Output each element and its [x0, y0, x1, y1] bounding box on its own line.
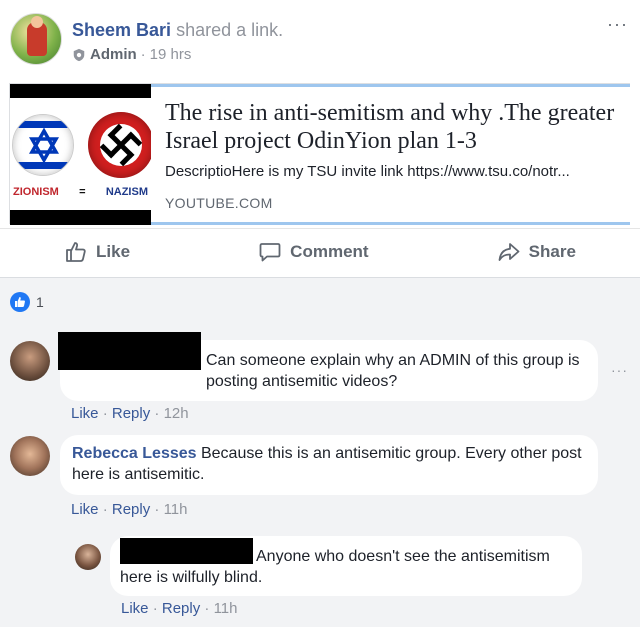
- post-more-icon[interactable]: ···: [607, 14, 628, 35]
- post-time[interactable]: 19 hrs: [150, 46, 192, 63]
- post: Sheem Bari shared a link. Admin · 19 hrs…: [0, 0, 640, 277]
- link-preview-card[interactable]: ZIONISM = NAZISM The rise in anti-semiti…: [9, 83, 630, 225]
- share-button[interactable]: Share: [497, 240, 576, 264]
- comment-meta: Like · Reply · 11h: [121, 600, 238, 617]
- share-icon: [498, 242, 520, 261]
- link-title[interactable]: The rise in anti-semitism and why .The g…: [165, 99, 615, 155]
- like-reaction-icon: [10, 292, 30, 312]
- comment-reply-link[interactable]: Reply: [112, 405, 150, 422]
- commenter-avatar[interactable]: [75, 544, 101, 570]
- avatar-head: [31, 16, 43, 28]
- comment-text: Can someone explain why an ADMIN of this…: [206, 352, 580, 390]
- comment-more-icon[interactable]: ···: [611, 362, 628, 378]
- link-description: DescriptioHere is my TSU invite link htt…: [165, 163, 570, 180]
- comment-button[interactable]: Comment: [258, 240, 369, 264]
- comments-section: 1 Can someone explain why an ADMIN of th…: [0, 277, 640, 627]
- meta-separator: ·: [140, 46, 146, 63]
- thumbnail-equals: =: [79, 186, 86, 198]
- comment-time[interactable]: 11h: [214, 600, 238, 617]
- thumbs-up-small-icon: [15, 297, 25, 307]
- comment-like-link[interactable]: Like: [121, 600, 149, 617]
- thumbnail-right-label: NAZISM: [105, 186, 148, 198]
- comment-reply-link[interactable]: Reply: [162, 600, 200, 617]
- commenter-avatar[interactable]: [10, 436, 50, 476]
- author-name[interactable]: Sheem Bari: [72, 20, 171, 40]
- share-label: Share: [528, 241, 576, 261]
- star-of-david-icon: [12, 114, 74, 176]
- reaction-summary[interactable]: 1: [10, 292, 44, 312]
- link-domain: YOUTUBE.COM: [165, 195, 273, 211]
- link-text-area[interactable]: The rise in anti-semitism and why .The g…: [151, 84, 630, 225]
- redacted-name: [58, 332, 201, 370]
- comment-icon: [259, 242, 281, 261]
- thumbnail-caption: ZIONISM = NAZISM: [10, 186, 151, 198]
- thumbs-up-icon: [66, 241, 86, 262]
- like-label: Like: [96, 241, 131, 261]
- thumbnail-left-label: ZIONISM: [13, 186, 59, 198]
- comment-label: Comment: [290, 241, 369, 261]
- swastika-icon: [88, 112, 151, 178]
- thumbnail-image: ZIONISM = NAZISM: [10, 98, 151, 210]
- comment-bubble: Can someone explain why an ADMIN of this…: [58, 332, 598, 401]
- star-shape: [28, 127, 60, 164]
- link-thumbnail[interactable]: ZIONISM = NAZISM: [10, 84, 151, 225]
- post-actions: Like Comment Share: [0, 228, 640, 274]
- reaction-count: 1: [36, 294, 44, 310]
- swastika-shape: [99, 123, 143, 167]
- comment-text: Anyone who doesn't see the antisemitism …: [120, 548, 550, 586]
- comment-reply-link[interactable]: Reply: [112, 501, 150, 518]
- admin-badge: Admin: [90, 46, 137, 63]
- commenter-avatar[interactable]: [10, 341, 50, 381]
- comment-meta: Like · Reply · 12h: [71, 405, 189, 422]
- post-meta: Admin · 19 hrs: [72, 46, 191, 63]
- like-button[interactable]: Like: [64, 240, 130, 264]
- comment-bubble: Anyone who doesn't see the antisemitism …: [110, 536, 582, 596]
- comment-time[interactable]: 12h: [164, 405, 189, 422]
- comment-like-link[interactable]: Like: [71, 501, 99, 518]
- comment-bubble: Rebecca Lesses Because this is an antise…: [60, 435, 598, 495]
- action-text: shared a link.: [176, 20, 284, 40]
- commenter-name[interactable]: Rebecca Lesses: [72, 445, 197, 462]
- comment-time[interactable]: 11h: [164, 501, 188, 518]
- author-avatar[interactable]: [10, 13, 62, 65]
- shield-icon: [73, 48, 85, 61]
- comment-like-link[interactable]: Like: [71, 405, 99, 422]
- comment-meta: Like · Reply · 11h: [71, 501, 188, 518]
- post-header: Sheem Bari shared a link.: [72, 20, 283, 41]
